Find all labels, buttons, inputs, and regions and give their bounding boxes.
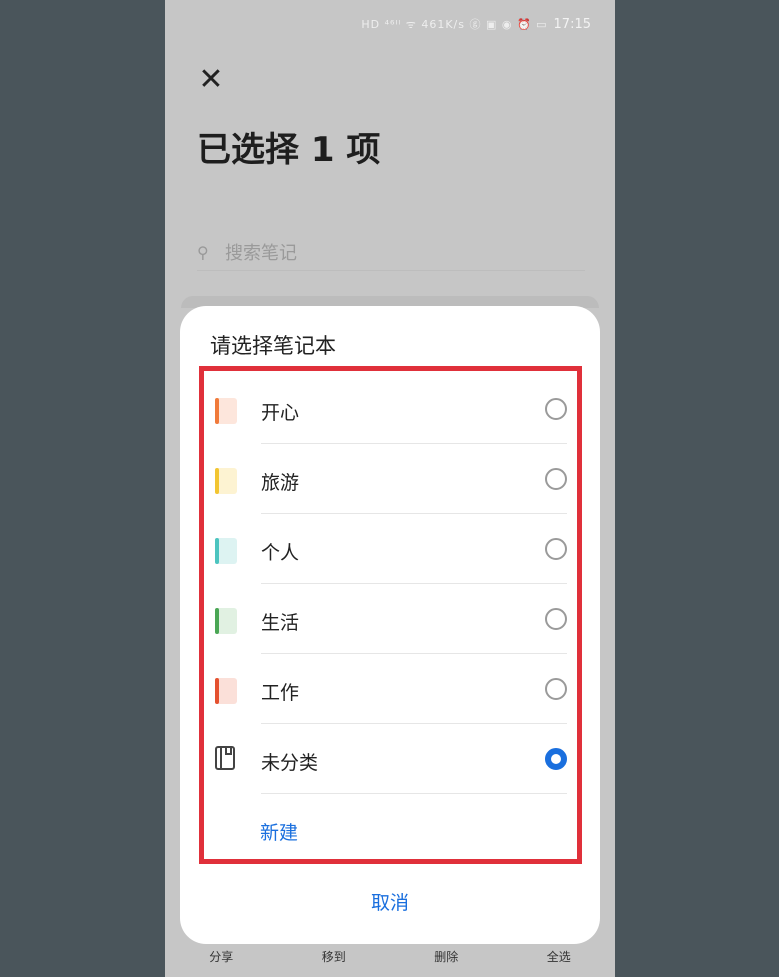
move-button[interactable]: 移到 (322, 948, 346, 967)
search-input[interactable]: ⚲ 搜索笔记 (197, 234, 585, 271)
delete-button[interactable]: 删除 (434, 948, 458, 967)
search-placeholder: 搜索笔记 (225, 243, 297, 264)
notebook-spine (215, 608, 219, 634)
cancel-button[interactable]: 取消 (180, 888, 600, 915)
radio-unselected[interactable] (545, 608, 567, 630)
notebook-row-uncategorized[interactable]: 未分类 (215, 724, 567, 794)
page-title: 已选择 1 项 (197, 130, 381, 170)
new-notebook-button[interactable]: 新建 (260, 818, 298, 845)
notebook-row[interactable]: 个人 (215, 514, 567, 584)
radio-unselected[interactable] (545, 538, 567, 560)
notebook-label: 旅游 (261, 472, 300, 494)
notebook-row[interactable]: 开心 (215, 374, 567, 444)
divider (261, 793, 567, 794)
radio-unselected[interactable] (545, 468, 567, 490)
notebook-label: 工作 (261, 682, 300, 704)
notebook-icon (215, 538, 237, 564)
notebook-spine (215, 398, 219, 424)
radio-unselected[interactable] (545, 398, 567, 420)
notebook-icon (215, 468, 237, 494)
notebook-icon (215, 398, 237, 424)
select-all-button[interactable]: 全选 (547, 948, 571, 967)
notebook-label: 个人 (261, 542, 300, 564)
status-icons: HD ⁴⁶ᴵˡ ᯤ 461K/s ⓖ ▣ ◉ ⏰ ▭ (361, 18, 548, 31)
notebook-icon (215, 678, 237, 704)
notebook-label: 生活 (261, 612, 300, 634)
radio-selected[interactable] (545, 748, 567, 770)
notebook-row[interactable]: 生活 (215, 584, 567, 654)
notebook-row[interactable]: 工作 (215, 654, 567, 724)
status-bar: HD ⁴⁶ᴵˡ ᯤ 461K/s ⓖ ▣ ◉ ⏰ ▭ 17:15 (361, 14, 591, 34)
notebook-spine (215, 678, 219, 704)
dialog-title: 请选择笔记本 (210, 334, 336, 358)
notebook-icon (215, 608, 237, 634)
share-button[interactable]: 分享 (209, 948, 233, 967)
notebook-picker-dialog: 请选择笔记本 开心旅游个人生活工作 未分类 新建 取消 (180, 306, 600, 944)
search-icon: ⚲ (197, 242, 209, 262)
notebook-spine (215, 468, 219, 494)
notebook-spine (215, 538, 219, 564)
notebook-label: 开心 (261, 402, 300, 424)
close-icon[interactable]: ✕ (193, 62, 229, 98)
status-time: 17:15 (553, 16, 591, 32)
notebook-outline-icon (215, 746, 235, 770)
notebook-row[interactable]: 旅游 (215, 444, 567, 514)
notebook-label: 未分类 (261, 752, 319, 774)
radio-unselected[interactable] (545, 678, 567, 700)
phone-screen: HD ⁴⁶ᴵˡ ᯤ 461K/s ⓖ ▣ ◉ ⏰ ▭ 17:15 ✕ 已选择 1… (165, 0, 615, 977)
